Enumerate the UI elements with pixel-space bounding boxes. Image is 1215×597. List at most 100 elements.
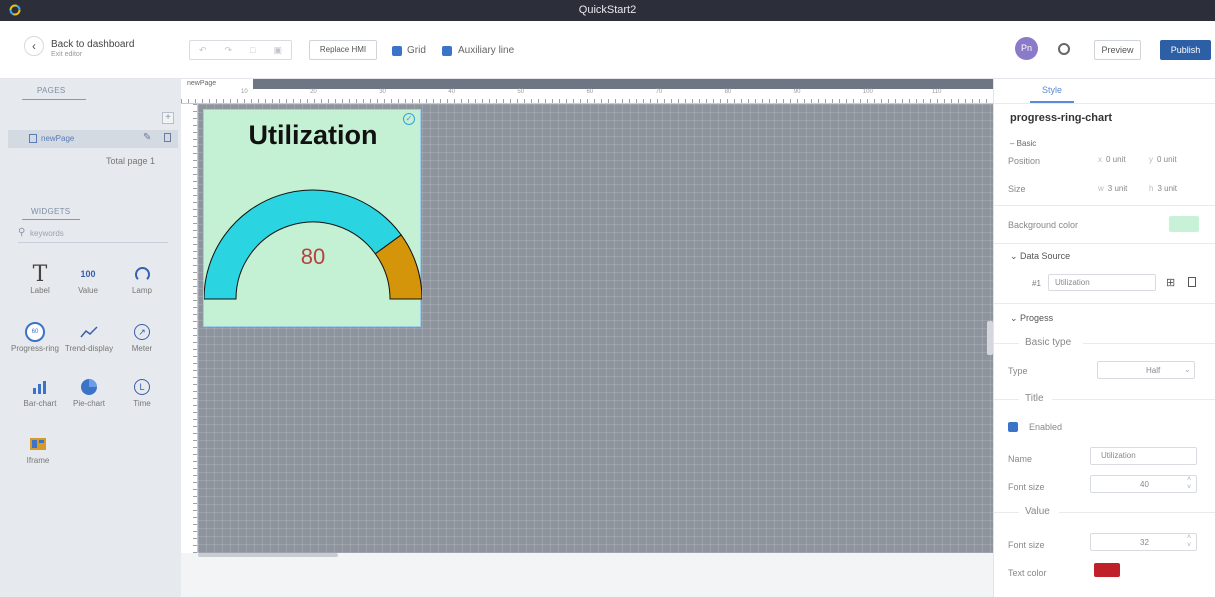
window-title: QuickStart2 bbox=[578, 4, 637, 16]
undo-icon[interactable]: ↶ bbox=[199, 45, 207, 56]
clock-icon: L bbox=[112, 375, 172, 399]
copy-icon[interactable]: □ bbox=[250, 45, 255, 55]
basic-section-toggle[interactable]: – Basic bbox=[1010, 139, 1036, 148]
publish-button[interactable]: Publish bbox=[1160, 40, 1211, 60]
value-heading: Value bbox=[1025, 506, 1050, 517]
position-x-field[interactable]: x0 unit bbox=[1098, 155, 1126, 164]
widget-value[interactable]: 100 Value bbox=[58, 262, 118, 295]
ruler-tick-label: 80 bbox=[724, 89, 732, 95]
title-heading: Title bbox=[1025, 393, 1044, 404]
page-name: newPage bbox=[41, 134, 75, 143]
data-source-delete-icon[interactable] bbox=[1188, 277, 1196, 287]
widget-iframe[interactable]: Iframe bbox=[8, 432, 68, 465]
ruler-tick-label: 10 bbox=[241, 89, 248, 95]
value-font-size-input[interactable]: 32 ˄ ˅ bbox=[1090, 533, 1197, 551]
window-title-bar: QuickStart2 bbox=[0, 0, 1215, 21]
widget-value: 80 bbox=[300, 244, 326, 269]
ruler-tick-label: 90 bbox=[793, 89, 801, 95]
auxiliary-line-label: Auxiliary line bbox=[458, 45, 515, 56]
widget-search-placeholder: keywords bbox=[30, 229, 64, 238]
name-input[interactable]: Utilization bbox=[1090, 447, 1197, 465]
left-sidebar: PAGES + newPage ✎ Total page 1 WIDGETS ⚲… bbox=[0, 79, 181, 597]
edit-page-icon[interactable]: ✎ bbox=[143, 132, 151, 143]
widget-lamp[interactable]: Lamp bbox=[112, 262, 172, 295]
widget-progress-ring[interactable]: 60 Progress-ring bbox=[5, 320, 65, 353]
delete-icon[interactable]: ▣ bbox=[273, 45, 282, 56]
widget-time[interactable]: L Time bbox=[112, 375, 172, 408]
text-color-swatch[interactable] bbox=[1094, 563, 1120, 577]
ruler-tick-label: 100 bbox=[862, 89, 873, 95]
progress-section-toggle[interactable]: ⌄ Progess bbox=[1010, 313, 1053, 324]
redo-icon[interactable]: ↷ bbox=[225, 45, 233, 56]
editor-toolbar: ‹ Back to dashboard Exit editor ↶ ↷ □ ▣ … bbox=[0, 21, 1215, 79]
search-icon: ⚲ bbox=[18, 227, 26, 238]
data-source-input[interactable]: Utilization bbox=[1048, 274, 1156, 291]
back-title[interactable]: Back to dashboard bbox=[51, 39, 134, 50]
data-source-index: #1 bbox=[1032, 279, 1041, 288]
trend-line-icon bbox=[59, 320, 119, 344]
progress-ring-icon: 60 bbox=[5, 320, 65, 344]
title-font-size-label: Font size bbox=[1008, 482, 1045, 492]
grid-label: Grid bbox=[407, 45, 426, 56]
replace-hmi-button[interactable]: Replace HMI bbox=[309, 40, 377, 60]
ruler-tick-label: 30 bbox=[379, 89, 386, 95]
user-avatar[interactable]: Pn bbox=[1015, 37, 1038, 60]
ruler-tick-label: 60 bbox=[586, 89, 594, 95]
settings-gear-icon[interactable] bbox=[1058, 43, 1070, 55]
auxiliary-line-checkbox[interactable] bbox=[442, 46, 452, 56]
text-color-label: Text color bbox=[1008, 568, 1047, 578]
style-panel: Style progress-ring-chart – Basic Positi… bbox=[993, 79, 1215, 597]
history-button-group: ↶ ↷ □ ▣ bbox=[189, 40, 292, 60]
preview-button[interactable]: Preview bbox=[1094, 40, 1141, 60]
title-enabled-checkbox[interactable] bbox=[1008, 422, 1018, 432]
pie-chart-icon bbox=[59, 375, 119, 399]
ruler-tick-label: 70 bbox=[655, 89, 663, 95]
width-field[interactable]: w3 unit bbox=[1098, 184, 1127, 193]
chevron-down-icon: ⌄ bbox=[1184, 365, 1191, 374]
chevron-left-icon: ‹ bbox=[32, 39, 36, 53]
page-file-icon bbox=[29, 134, 37, 143]
lamp-ring-icon bbox=[112, 262, 172, 286]
ruler-tick-label: 50 bbox=[517, 89, 525, 95]
total-pages-label: Total page 1 bbox=[106, 156, 156, 166]
progress-ring-widget[interactable]: Utilization ✓ 80 bbox=[203, 109, 422, 327]
grid-checkbox[interactable] bbox=[392, 46, 402, 56]
size-label: Size bbox=[1008, 184, 1026, 194]
type-label: Type bbox=[1008, 366, 1028, 376]
background-color-label: Background color bbox=[1008, 220, 1079, 230]
page-list-item[interactable]: newPage ✎ bbox=[8, 130, 178, 148]
type-select[interactable]: Half ⌄ bbox=[1097, 361, 1195, 379]
canvas-horizontal-scrollbar[interactable] bbox=[198, 553, 338, 557]
pages-section-title: PAGES bbox=[37, 86, 66, 95]
tab-style[interactable]: Style bbox=[1042, 85, 1062, 95]
vertical-ruler bbox=[181, 104, 198, 553]
stepper-icon: ˄ ˅ bbox=[1187, 476, 1192, 491]
ruler-tick-label: 110 bbox=[931, 89, 942, 95]
position-label: Position bbox=[1008, 156, 1041, 166]
widgets-section-title: WIDGETS bbox=[31, 207, 71, 216]
data-source-section-toggle[interactable]: ⌄ Data Source bbox=[1010, 251, 1070, 262]
back-button[interactable]: ‹ bbox=[24, 36, 44, 56]
meter-gauge-icon: ↗ bbox=[112, 320, 172, 344]
delete-page-icon[interactable] bbox=[164, 133, 171, 142]
value-font-size-label: Font size bbox=[1008, 540, 1045, 550]
iframe-icon bbox=[8, 432, 68, 456]
height-field[interactable]: h3 unit bbox=[1149, 184, 1177, 193]
back-subtitle: Exit editor bbox=[51, 51, 83, 58]
add-page-button[interactable]: + bbox=[162, 112, 174, 124]
component-name: progress-ring-chart bbox=[1010, 112, 1113, 124]
title-font-size-input[interactable]: 40 ˄ ˅ bbox=[1090, 475, 1197, 493]
enabled-label: Enabled bbox=[1029, 422, 1063, 432]
position-y-field[interactable]: y0 unit bbox=[1149, 155, 1177, 164]
widget-meter[interactable]: ↗ Meter bbox=[112, 320, 172, 353]
value-100-icon: 100 bbox=[80, 269, 96, 279]
widget-trend-display[interactable]: Trend-display bbox=[59, 320, 119, 353]
background-color-swatch[interactable] bbox=[1169, 216, 1199, 232]
canvas-tab-bar bbox=[181, 79, 993, 89]
horizontal-ruler: 10 20 30 40 50 60 70 80 90 100 110 bbox=[181, 89, 993, 104]
data-source-link-icon[interactable]: ⊞ bbox=[1166, 276, 1175, 289]
widget-pie-chart[interactable]: Pie-chart bbox=[59, 375, 119, 408]
canvas-tab[interactable]: newPage bbox=[181, 79, 253, 89]
half-ring-gauge bbox=[204, 189, 422, 300]
widget-search[interactable]: ⚲ keywords bbox=[18, 226, 168, 243]
